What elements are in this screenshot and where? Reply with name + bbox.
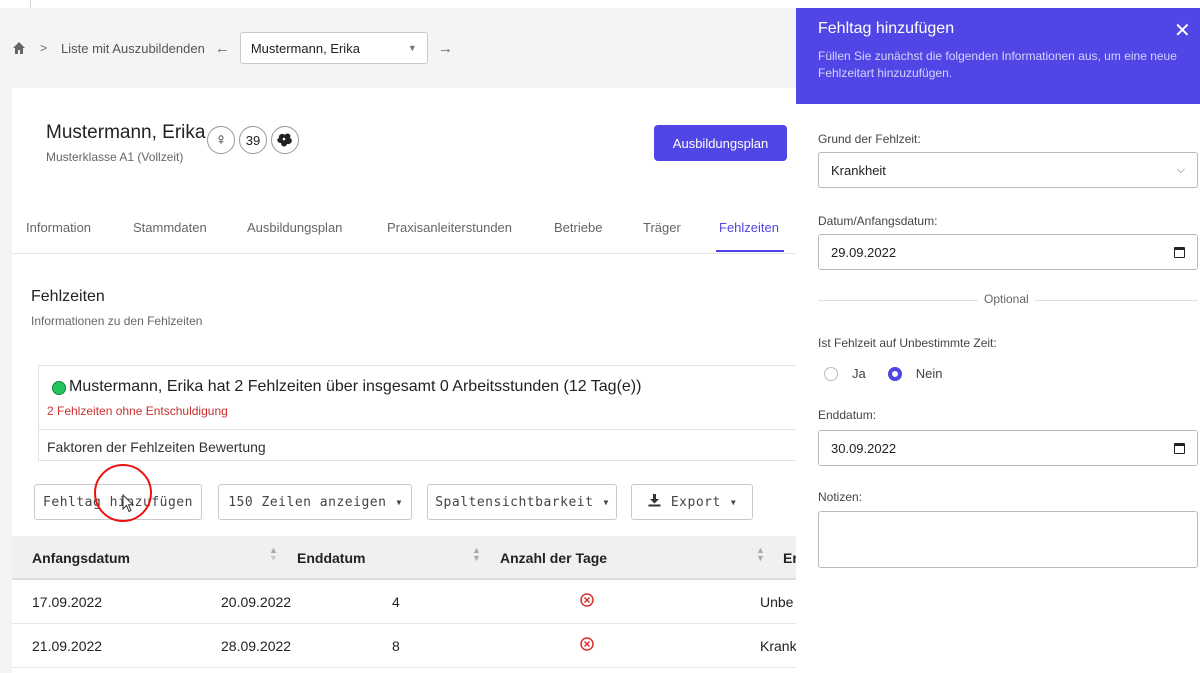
chevron-down-icon: ⌵ bbox=[1176, 163, 1185, 176]
radio-nein[interactable] bbox=[887, 366, 902, 381]
ausbildungsplan-button[interactable]: Ausbildungsplan bbox=[654, 125, 787, 161]
calendar-icon[interactable] bbox=[1174, 442, 1185, 454]
start-date-value: 29.09.2022 bbox=[831, 244, 897, 260]
end-date-input[interactable]: 30.09.2022 bbox=[818, 430, 1198, 466]
caret-down-icon: ▼ bbox=[407, 43, 417, 53]
tab-ausbildungsplan[interactable]: Ausbildungsplan bbox=[247, 220, 342, 235]
export-button[interactable]: Export ▼ bbox=[631, 484, 753, 520]
tab-stammdaten[interactable]: Stammdaten bbox=[133, 220, 207, 235]
active-tab-indicator bbox=[716, 250, 784, 252]
start-date-input[interactable]: 29.09.2022 bbox=[818, 234, 1198, 270]
breadcrumb-list-link[interactable]: Liste mit Auszubildenden bbox=[61, 41, 205, 56]
cell-days: 8 bbox=[392, 638, 400, 654]
top-strip-divider bbox=[30, 0, 31, 8]
section-title: Fehlzeiten bbox=[31, 288, 105, 305]
radio-ja[interactable] bbox=[824, 366, 838, 381]
status-dot-icon bbox=[52, 381, 66, 395]
tab-traeger[interactable]: Träger bbox=[643, 220, 681, 235]
sort-icon[interactable]: ▲ ▼ bbox=[472, 546, 481, 563]
cell-reason: Unbe bbox=[760, 594, 794, 610]
optional-label: Optional bbox=[978, 292, 1035, 306]
table-row[interactable]: 21.09.2022 28.09.2022 8 Krank bbox=[12, 624, 812, 668]
panel-description: Füllen Sie zunächst die folgenden Inform… bbox=[818, 49, 1177, 80]
student-badges: ♀ 39 bbox=[207, 126, 299, 154]
table-header: Anfangsdatum ▲ ▼ Enddatum ▲ ▼ Anzahl der T… bbox=[12, 536, 812, 580]
export-label: Export bbox=[670, 494, 721, 510]
tab-information[interactable]: Information bbox=[26, 220, 91, 235]
end-date-label: Enddatum: bbox=[818, 408, 877, 422]
breadcrumb: > Liste mit Auszubildenden ← Mustermann,… bbox=[12, 32, 463, 64]
reason-select[interactable]: Krankheit ⌵ bbox=[818, 152, 1198, 188]
indefinite-radio-group: Ja Nein bbox=[824, 366, 942, 381]
column-visibility-label: Spaltensichtbarkeit bbox=[435, 494, 594, 510]
student-klasse: Musterklasse A1 (Vollzeit) bbox=[46, 150, 184, 164]
cell-reason: Krank bbox=[760, 638, 797, 654]
sort-icon[interactable]: ▲ ▼ bbox=[269, 546, 278, 563]
add-absence-panel: Fehltag hinzufügen Füllen Sie zunächst d… bbox=[796, 8, 1200, 673]
absence-summary: Mustermann, Erika hat 2 Fehlzeiten über … bbox=[38, 365, 808, 461]
cell-start-date: 21.09.2022 bbox=[32, 638, 103, 654]
blob-avatar-icon bbox=[271, 126, 299, 154]
x-circle-icon bbox=[579, 592, 595, 608]
download-icon bbox=[648, 493, 661, 511]
chevron-right-icon: > bbox=[40, 41, 48, 55]
x-circle-icon bbox=[579, 636, 595, 652]
summary-main-row: Mustermann, Erika hat 2 Fehlzeiten über … bbox=[39, 366, 807, 430]
column-header-enddatum[interactable]: Enddatum bbox=[297, 550, 365, 566]
notes-label: Notizen: bbox=[818, 490, 863, 504]
top-strip bbox=[0, 0, 1200, 8]
panel-header: Fehltag hinzufügen Füllen Sie zunächst d… bbox=[796, 8, 1200, 104]
arrow-right-icon[interactable]: → bbox=[438, 40, 453, 57]
sort-icon[interactable]: ▲ ▼ bbox=[756, 546, 765, 563]
arrow-left-icon[interactable]: ← bbox=[215, 40, 230, 57]
home-icon[interactable] bbox=[12, 41, 26, 55]
cell-start-date: 17.09.2022 bbox=[32, 594, 103, 610]
age-badge: 39 bbox=[239, 126, 267, 154]
calendar-icon[interactable] bbox=[1174, 246, 1185, 258]
caret-down-icon: ▼ bbox=[730, 497, 737, 507]
panel-title: Fehltag hinzufügen bbox=[818, 20, 955, 37]
factors-link[interactable]: Faktoren der Fehlzeiten Bewertung bbox=[47, 439, 266, 455]
caret-down-icon: ▼ bbox=[396, 497, 402, 507]
unexcused-warning: 2 Fehlzeiten ohne Entschuldigung bbox=[47, 404, 228, 418]
cell-end-date: 28.09.2022 bbox=[221, 638, 292, 654]
tab-praxisanleiterstunden[interactable]: Praxisanleiterstunden bbox=[387, 220, 512, 235]
column-header-anzahl-tage[interactable]: Anzahl der Tage bbox=[500, 550, 607, 566]
mouse-cursor-icon bbox=[122, 493, 136, 514]
end-date-value: 30.09.2022 bbox=[831, 440, 897, 456]
summary-text: Mustermann, Erika hat 2 Fehlzeiten über … bbox=[69, 378, 642, 395]
tab-bar: Information Stammdaten Ausbildungsplan P… bbox=[12, 210, 812, 254]
close-icon[interactable]: ✕ bbox=[1174, 18, 1191, 43]
cell-end-date: 20.09.2022 bbox=[221, 594, 292, 610]
radio-ja-label: Ja bbox=[852, 366, 866, 381]
cell-days: 4 bbox=[392, 594, 400, 610]
student-select[interactable]: Mustermann, Erika ▼ bbox=[239, 32, 428, 64]
indefinite-label: Ist Fehlzeit auf Unbestimmte Zeit: bbox=[818, 336, 997, 350]
tab-betriebe[interactable]: Betriebe bbox=[554, 220, 602, 235]
reason-label: Grund der Fehlzeit: bbox=[818, 132, 921, 146]
rows-per-page-label: 150 Zeilen anzeigen bbox=[228, 494, 387, 510]
start-date-label: Datum/Anfangsdatum: bbox=[818, 214, 938, 228]
tab-fehlzeiten[interactable]: Fehlzeiten bbox=[719, 220, 779, 235]
column-header-anfangsdatum[interactable]: Anfangsdatum bbox=[32, 550, 130, 566]
table-row[interactable]: 17.09.2022 20.09.2022 4 Unbe bbox=[12, 580, 812, 624]
reason-value: Krankheit bbox=[831, 162, 886, 178]
radio-nein-label: Nein bbox=[915, 366, 943, 381]
student-header: Mustermann, Erika Musterklasse A1 (Vollz… bbox=[46, 122, 205, 164]
student-select-value: Mustermann, Erika bbox=[250, 40, 360, 56]
notes-textarea[interactable] bbox=[818, 511, 1198, 568]
section-subtitle: Informationen zu den Fehlzeiten bbox=[31, 314, 203, 328]
column-visibility-button[interactable]: Spaltensichtbarkeit ▼ bbox=[427, 484, 617, 520]
student-name: Mustermann, Erika bbox=[46, 122, 206, 143]
gender-female-icon: ♀ bbox=[207, 126, 235, 154]
caret-down-icon: ▼ bbox=[603, 497, 609, 507]
rows-per-page-button[interactable]: 150 Zeilen anzeigen ▼ bbox=[218, 484, 412, 520]
